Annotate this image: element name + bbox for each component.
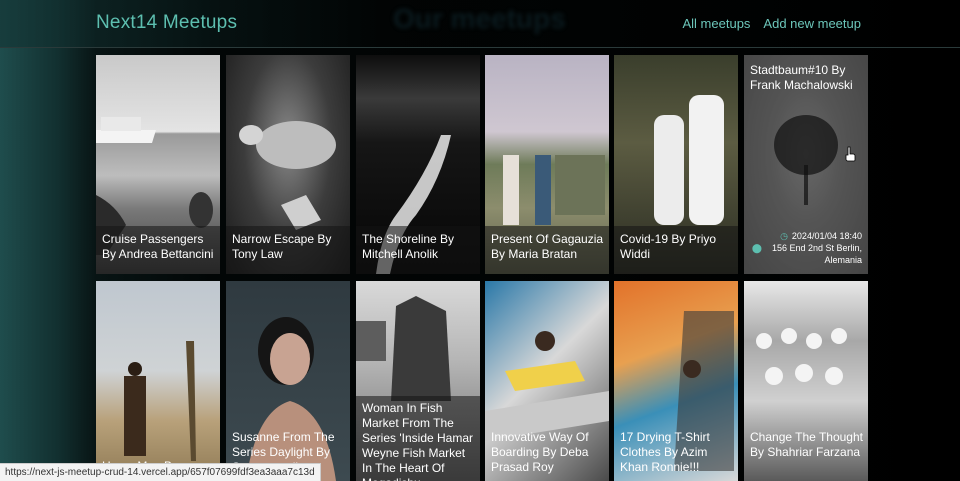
meetup-card[interactable]: Susanne From The Series Daylight By Susa…	[226, 281, 350, 481]
meetup-card[interactable]: Hu..... Man By...	[96, 281, 220, 481]
meetup-card[interactable]: 17 Drying T-Shirt Clothes By Azim Khan R…	[614, 281, 738, 481]
meetup-card[interactable]: Cruise Passengers By Andrea Bettancini	[96, 55, 220, 274]
meetup-title: Innovative Way Of Boarding By Deba Prasa…	[491, 430, 589, 474]
status-bar-url: https://next-js-meetup-crud-14.vercel.ap…	[0, 463, 321, 481]
meetup-title: The Shoreline By Mitchell Anolik	[362, 232, 455, 261]
main-nav: All meetups Add new meetup	[683, 16, 862, 31]
meetup-card[interactable]: Present Of Gagauzia By Maria Bratan	[485, 55, 609, 274]
meetup-title: Narrow Escape By Tony Law	[232, 232, 332, 261]
meetup-date: 2024/01/04 18:40	[791, 231, 862, 241]
meetup-title: Change The Thought By Shahriar Farzana	[750, 430, 863, 459]
meetup-card[interactable]: Woman In Fish Market From The Series 'In…	[356, 281, 480, 481]
page-title: Our meetups	[393, 3, 566, 34]
meetup-title: Cruise Passengers By Andrea Bettancini	[102, 232, 214, 261]
site-logo[interactable]: Next14 Meetups	[96, 12, 237, 34]
meetup-card[interactable]: The Shoreline By Mitchell Anolik	[356, 55, 480, 274]
meetup-card[interactable]: Narrow Escape By Tony Law	[226, 55, 350, 274]
nav-add-meetup[interactable]: Add new meetup	[763, 16, 861, 31]
man-photo	[124, 341, 196, 461]
nav-all-meetups[interactable]: All meetups	[683, 16, 751, 31]
meetup-title: 17 Drying T-Shirt Clothes By Azim Khan R…	[620, 430, 710, 474]
clock-icon: ◷	[780, 231, 788, 241]
meetup-meta: ◷ 2024/01/04 18:40 ⬤ 156 End 2nd St Berlin…	[752, 230, 862, 266]
meetup-title: Woman In Fish Market From The Series 'In…	[362, 401, 473, 481]
meetup-card[interactable]: Covid-19 By Priyo Widdi	[614, 55, 738, 274]
meetup-card-hovered[interactable]: Stadtbaum#10 By Frank Machalowski ◷ 2024/…	[744, 55, 868, 274]
hand-cursor-icon	[845, 146, 856, 162]
meetup-title: Covid-19 By Priyo Widdi	[620, 232, 717, 261]
top-bar: Next14 Meetups Our meetups All meetups A…	[0, 0, 960, 48]
meetup-address: 156 End 2nd St Berlin, Alemania	[771, 243, 862, 265]
meetup-card[interactable]: Change The Thought By Shahriar Farzana	[744, 281, 868, 481]
meetup-title: Present Of Gagauzia By Maria Bratan	[491, 232, 604, 261]
location-pin-icon: ⬤	[751, 243, 762, 253]
meetup-title: Stadtbaum#10 By Frank Machalowski	[750, 63, 853, 92]
meetup-card[interactable]: Innovative Way Of Boarding By Deba Prasa…	[485, 281, 609, 481]
